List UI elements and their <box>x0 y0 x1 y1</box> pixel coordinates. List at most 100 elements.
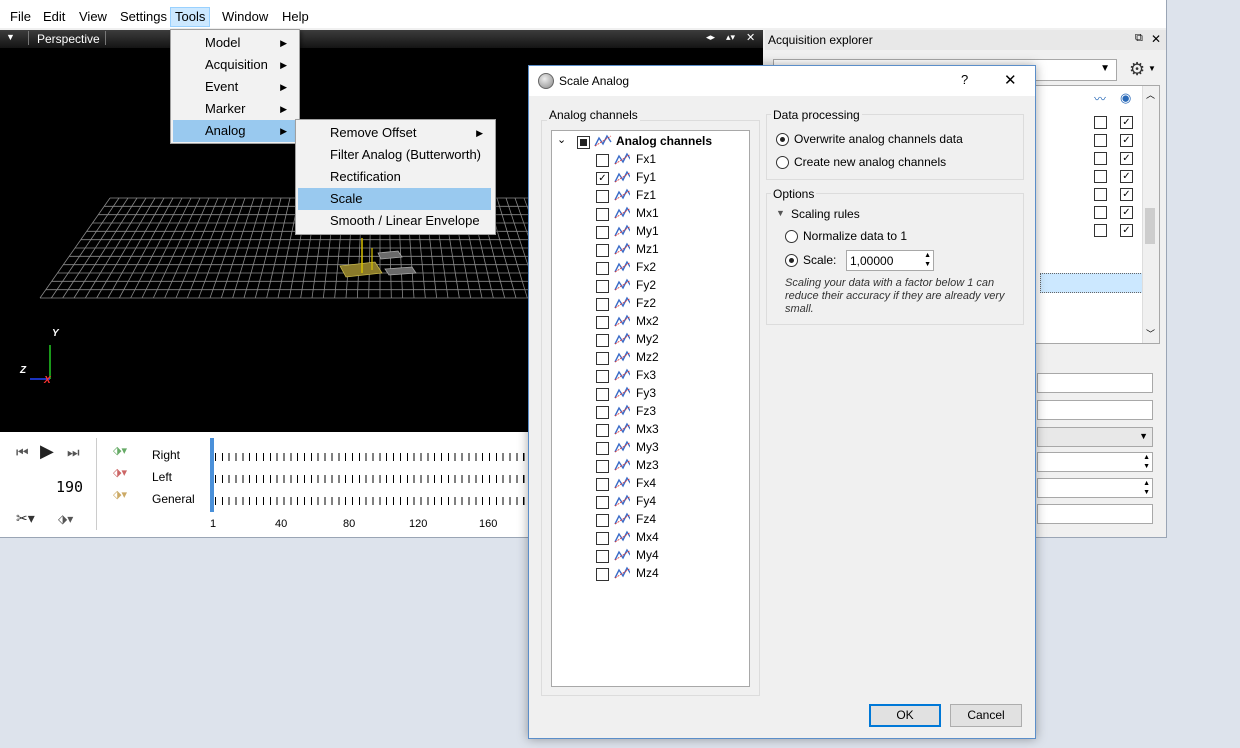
channel-checkbox[interactable] <box>596 388 609 401</box>
marker-visible-checkbox[interactable] <box>1094 116 1107 129</box>
channel-checkbox[interactable] <box>596 316 609 329</box>
menu-window[interactable]: Window <box>220 9 270 25</box>
close-button[interactable]: ✕ <box>1004 71 1017 89</box>
channel-row[interactable]: Fz1 <box>596 187 756 205</box>
selected-row[interactable] <box>1040 273 1143 293</box>
channel-row[interactable]: Mx3 <box>596 421 756 439</box>
marker-visible-checkbox[interactable] <box>1094 188 1107 201</box>
scaling-rules-label[interactable]: Scaling rules <box>791 207 860 221</box>
channel-row[interactable]: Fz2 <box>596 295 756 313</box>
channel-row[interactable]: Fy3 <box>596 385 756 403</box>
analog-menu-item[interactable]: Rectification <box>298 166 491 188</box>
channel-checkbox[interactable] <box>596 532 609 545</box>
timeline-cursor[interactable] <box>210 438 214 512</box>
help-button[interactable]: ? <box>961 72 968 87</box>
float-icon[interactable]: ⧉ <box>1135 32 1143 45</box>
channel-row[interactable]: Fy4 <box>596 493 756 511</box>
menu-file[interactable]: File <box>8 9 33 25</box>
close-view-icon[interactable]: ✕ <box>746 31 755 44</box>
tools-menu-item[interactable]: Event ▶ <box>173 76 295 98</box>
tag-right-icon[interactable]: ⬗▾ <box>113 444 127 457</box>
analog-menu-item[interactable]: Remove Offset ▶ <box>298 122 491 144</box>
viewport-menu-icon[interactable]: ▼ <box>6 32 15 42</box>
visibility-checkbox[interactable]: ✓ <box>1120 116 1133 129</box>
channel-checkbox[interactable] <box>596 244 609 257</box>
channel-row[interactable]: Fx3 <box>596 367 756 385</box>
tools-menu-item[interactable]: Analog ▶ <box>173 120 295 142</box>
property-dropdown[interactable]: ▼ <box>1037 427 1153 447</box>
close-icon[interactable]: ✕ <box>1151 32 1161 46</box>
split-horizontal-icon[interactable]: ◂▸ <box>706 32 715 43</box>
channel-row[interactable]: ✓ Fy1 <box>596 169 756 187</box>
overwrite-radio[interactable] <box>776 133 789 146</box>
channel-row[interactable]: Fz3 <box>596 403 756 421</box>
scale-value[interactable]: 1,00000 <box>850 254 893 268</box>
normalize-label[interactable]: Normalize data to 1 <box>803 229 907 243</box>
gear-icon[interactable]: ⚙ <box>1129 59 1145 80</box>
cancel-button[interactable]: Cancel <box>950 704 1022 727</box>
tag-left-icon[interactable]: ⬗▾ <box>113 466 127 479</box>
visibility-checkbox[interactable]: ✓ <box>1120 188 1133 201</box>
channel-checkbox[interactable] <box>596 442 609 455</box>
collapse-icon[interactable]: ▼ <box>776 208 785 218</box>
channel-row[interactable]: Mx1 <box>596 205 756 223</box>
scroll-thumb[interactable] <box>1145 208 1155 244</box>
channel-checkbox[interactable] <box>596 496 609 509</box>
analog-menu-item[interactable]: Filter Analog (Butterworth) <box>298 144 491 166</box>
marker-visible-checkbox[interactable] <box>1094 170 1107 183</box>
channel-checkbox[interactable]: ✓ <box>596 172 609 185</box>
channel-checkbox[interactable] <box>596 550 609 563</box>
channel-checkbox[interactable] <box>596 370 609 383</box>
normalize-radio[interactable] <box>785 230 798 243</box>
tools-menu-item[interactable]: Model ▶ <box>173 32 295 54</box>
channel-row[interactable]: Mx2 <box>596 313 756 331</box>
property-field-3[interactable] <box>1037 504 1153 524</box>
marker-visible-checkbox[interactable] <box>1094 224 1107 237</box>
channel-row[interactable]: Fz4 <box>596 511 756 529</box>
channel-checkbox[interactable] <box>596 514 609 527</box>
channel-row[interactable]: My1 <box>596 223 756 241</box>
menu-help[interactable]: Help <box>280 9 311 25</box>
channel-row[interactable]: My2 <box>596 331 756 349</box>
marker-visible-checkbox[interactable] <box>1094 206 1107 219</box>
scroll-down-icon[interactable]: ﹀ <box>1146 327 1155 340</box>
menu-settings[interactable]: Settings <box>118 9 169 25</box>
create-new-label[interactable]: Create new analog channels <box>794 155 946 169</box>
event-tag-icon[interactable]: ⬗▾ <box>58 512 73 526</box>
gear-menu-chevron-icon[interactable]: ▼ <box>1148 64 1156 73</box>
channel-checkbox[interactable] <box>596 280 609 293</box>
channel-checkbox[interactable] <box>596 352 609 365</box>
tools-menu-item[interactable]: Marker ▶ <box>173 98 295 120</box>
spin-arrows-icon[interactable]: ▲ ▼ <box>924 251 931 269</box>
channel-row[interactable]: Mx4 <box>596 529 756 547</box>
channel-checkbox[interactable] <box>596 262 609 275</box>
visibility-checkbox[interactable]: ✓ <box>1120 152 1133 165</box>
scale-spinbox[interactable]: 1,00000 ▲ ▼ <box>846 250 934 271</box>
property-spinbox-1[interactable]: ▲ ▼ <box>1037 452 1153 472</box>
channel-row[interactable]: Fy2 <box>596 277 756 295</box>
tools-icon[interactable]: ✂▾ <box>16 510 35 527</box>
channel-checkbox[interactable] <box>596 190 609 203</box>
scale-radio[interactable] <box>785 254 798 267</box>
analog-menu-item[interactable]: Smooth / Linear Envelope <box>298 210 491 232</box>
analog-menu-item[interactable]: Scale <box>298 188 491 210</box>
scale-label[interactable]: Scale: <box>803 253 836 267</box>
chevron-down-icon[interactable]: ⌄ <box>557 133 566 146</box>
channel-checkbox[interactable] <box>596 478 609 491</box>
channel-checkbox[interactable] <box>596 298 609 311</box>
channel-row[interactable]: My4 <box>596 547 756 565</box>
channel-checkbox[interactable] <box>596 424 609 437</box>
menu-tools[interactable]: Tools <box>170 7 211 27</box>
channel-row[interactable]: Fx4 <box>596 475 756 493</box>
marker-visible-checkbox[interactable] <box>1094 134 1107 147</box>
spin-arrows-icon[interactable]: ▲ ▼ <box>1143 479 1150 497</box>
last-frame-icon[interactable]: ⏭ <box>67 444 80 461</box>
channel-checkbox[interactable] <box>596 406 609 419</box>
first-frame-icon[interactable]: ⏮ <box>16 444 29 461</box>
scroll-up-icon[interactable]: ︿ <box>1146 88 1155 101</box>
channel-checkbox[interactable] <box>596 334 609 347</box>
property-field-1[interactable] <box>1037 373 1153 393</box>
channel-checkbox[interactable] <box>596 154 609 167</box>
play-icon[interactable]: ▶ <box>40 441 54 462</box>
spin-arrows-icon[interactable]: ▲ ▼ <box>1143 453 1150 471</box>
